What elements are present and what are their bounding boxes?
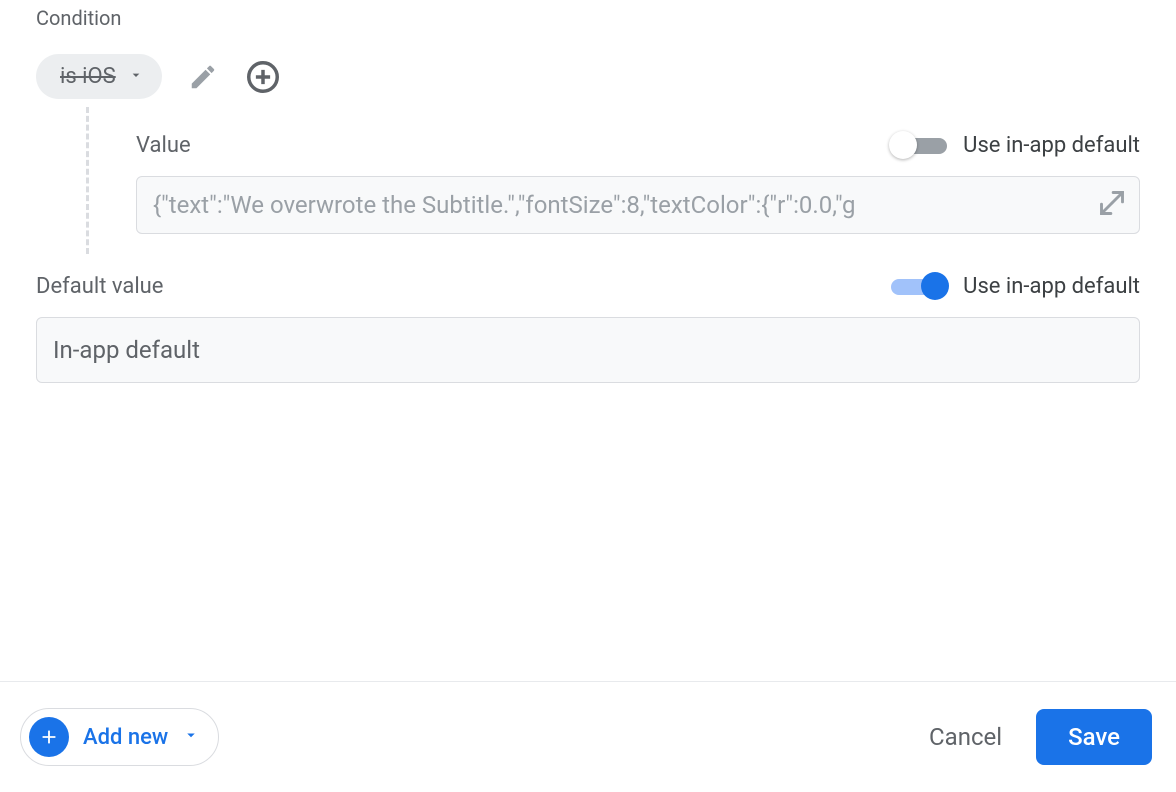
use-in-app-default-label: Use in-app default <box>963 133 1140 158</box>
condition-label: Condition <box>36 6 1140 30</box>
use-in-app-default-toggle-default[interactable] <box>891 276 947 298</box>
expand-icon[interactable] <box>1098 189 1126 221</box>
default-value-input[interactable] <box>36 317 1140 383</box>
chevron-down-icon <box>182 726 200 748</box>
use-in-app-default-toggle-value[interactable] <box>891 135 947 157</box>
edit-icon[interactable] <box>188 62 218 92</box>
condition-chip-text: is iOS <box>60 64 116 89</box>
save-button[interactable]: Save <box>1036 709 1152 765</box>
chevron-down-icon <box>128 67 144 87</box>
add-circle-icon[interactable] <box>244 58 282 96</box>
condition-value-block: Value Use in-app default <box>86 107 1140 254</box>
use-in-app-default-label-default: Use in-app default <box>963 274 1140 299</box>
value-input[interactable] <box>136 176 1140 234</box>
condition-chip[interactable]: is iOS <box>36 54 162 99</box>
add-new-button[interactable]: Add new <box>20 708 219 766</box>
condition-row: is iOS <box>36 54 1140 99</box>
value-label: Value <box>136 133 191 158</box>
add-new-label: Add new <box>83 725 168 750</box>
plus-icon <box>29 717 69 757</box>
footer: Add new Cancel Save <box>0 681 1176 792</box>
default-value-label: Default value <box>36 274 163 299</box>
cancel-button[interactable]: Cancel <box>929 723 1002 751</box>
